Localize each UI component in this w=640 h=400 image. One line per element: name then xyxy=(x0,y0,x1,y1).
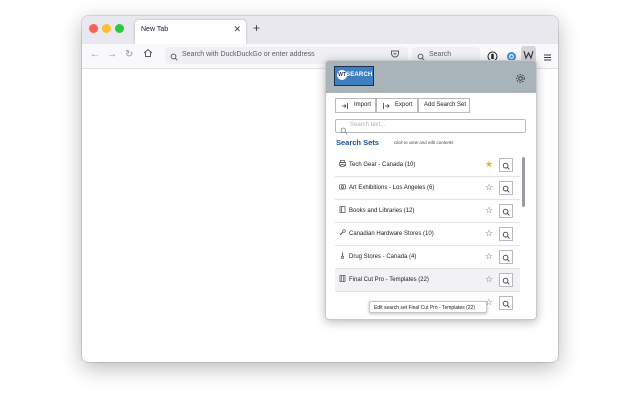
search-set-search-button[interactable] xyxy=(499,296,513,310)
star-icon[interactable]: ☆ xyxy=(485,182,493,193)
thermometer-icon xyxy=(339,252,346,261)
search-set-search-button[interactable] xyxy=(499,273,513,287)
export-icon xyxy=(382,102,390,112)
search-icon xyxy=(502,208,510,216)
tab-close-icon[interactable]: ✕ xyxy=(233,24,241,35)
search-icon xyxy=(502,185,510,193)
list-item[interactable]: Canadian Hardware Stores (10) ☆ xyxy=(335,223,520,246)
list-item[interactable]: Books and Libraries (12) ☆ xyxy=(335,200,520,223)
tooltip-text: Edit search set Final Cut Pro - Template… xyxy=(374,304,476,311)
export-button[interactable]: Export xyxy=(376,98,418,113)
search-sets-title: Search Sets xyxy=(336,138,379,147)
list-item-label: Books and Libraries (12) xyxy=(349,208,415,214)
extension-popup: WT SEARCH Import Export Add Search Set S… xyxy=(325,60,537,320)
star-icon[interactable]: ☆ xyxy=(485,274,493,285)
tooltip: Edit search set Final Cut Pro - Template… xyxy=(369,301,487,313)
star-icon[interactable]: ☆ xyxy=(485,205,493,216)
export-label: Export xyxy=(395,102,413,108)
search-icon xyxy=(502,277,510,285)
list-item[interactable]: Tech Gear - Canada (10) ★ xyxy=(335,154,520,177)
home-icon[interactable] xyxy=(143,48,153,61)
search-set-search-button[interactable] xyxy=(499,158,513,172)
maximize-window-button[interactable] xyxy=(115,24,124,33)
gear-icon[interactable] xyxy=(515,71,526,89)
tab-bar: New Tab ✕ + xyxy=(82,16,558,44)
list-item-label: Drug Stores - Canada (4) xyxy=(349,254,417,260)
list-item[interactable]: Art Exhibitions - Los Angeles (6) ☆ xyxy=(335,177,520,200)
tab-new-tab[interactable]: New Tab ✕ xyxy=(135,20,246,44)
forward-icon[interactable]: → xyxy=(107,49,117,60)
search-set-search-button[interactable] xyxy=(499,181,513,195)
logo-text: SEARCH xyxy=(346,72,373,78)
minimize-window-button[interactable] xyxy=(102,24,111,33)
search-text-input[interactable]: Search text... xyxy=(335,119,526,135)
list-item-label: Canadian Hardware Stores (10) xyxy=(349,231,434,237)
search-icon xyxy=(170,49,178,67)
list-item-label: Final Cut Pro - Templates (22) xyxy=(349,277,429,283)
list-scrollbar[interactable] xyxy=(522,157,525,207)
star-icon[interactable]: ☆ xyxy=(485,251,493,262)
import-button[interactable]: Import xyxy=(335,98,376,113)
logo: WT SEARCH xyxy=(334,66,374,86)
wrench-icon xyxy=(339,229,346,238)
new-tab-button[interactable]: + xyxy=(253,21,260,35)
search-icon xyxy=(502,300,510,308)
menu-icon[interactable] xyxy=(543,49,552,67)
add-search-set-button[interactable]: Add Search Set xyxy=(418,98,470,113)
import-icon xyxy=(341,102,349,112)
star-icon[interactable]: ★ xyxy=(485,159,493,170)
search-text-placeholder: Search text... xyxy=(350,122,386,128)
list-item-label: Tech Gear - Canada (10) xyxy=(349,162,416,168)
close-window-button[interactable] xyxy=(89,24,98,33)
popup-header: WT SEARCH xyxy=(326,61,536,93)
search-set-search-button[interactable] xyxy=(499,250,513,264)
search-set-search-button[interactable] xyxy=(499,227,513,241)
search-icon xyxy=(502,254,510,262)
search-set-list: Tech Gear - Canada (10) ★ Art Exhibition… xyxy=(335,154,520,319)
search-icon xyxy=(502,231,510,239)
film-icon xyxy=(339,275,346,284)
add-search-set-label: Add Search Set xyxy=(424,102,467,108)
book-icon xyxy=(339,206,346,215)
search-set-search-button[interactable] xyxy=(499,204,513,218)
list-item-label: Art Exhibitions - Los Angeles (6) xyxy=(349,185,435,191)
list-item[interactable]: Drug Stores - Canada (4) ☆ xyxy=(335,246,520,269)
url-placeholder: Search with DuckDuckGo or enter address xyxy=(182,51,315,58)
list-item[interactable]: Final Cut Pro - Templates (22) ☆ xyxy=(335,269,520,292)
search-icon xyxy=(502,162,510,170)
import-label: Import xyxy=(354,102,372,108)
search-placeholder: Search xyxy=(429,51,452,58)
search-sets-hint: click to view and edit contents xyxy=(394,140,454,145)
back-icon[interactable]: ← xyxy=(90,49,100,60)
camera-icon xyxy=(339,183,346,192)
tab-title: New Tab xyxy=(141,26,169,33)
star-icon[interactable]: ☆ xyxy=(485,228,493,239)
reload-icon[interactable]: ↻ xyxy=(125,49,133,60)
printer-icon xyxy=(339,160,346,169)
